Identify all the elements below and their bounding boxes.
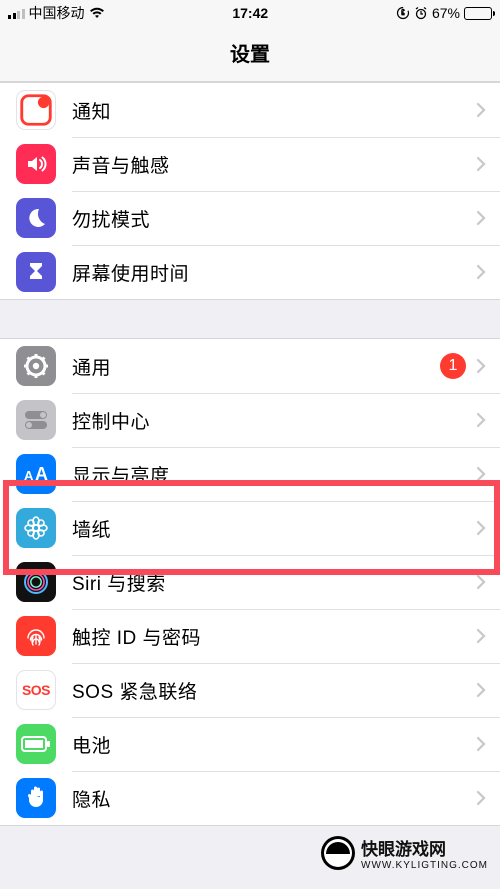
battery-icon bbox=[464, 7, 492, 20]
status-time: 17:42 bbox=[232, 5, 268, 21]
row-display[interactable]: AA 显示与亮度 bbox=[0, 447, 500, 501]
siri-icon bbox=[16, 562, 56, 602]
row-label: Siri 与搜索 bbox=[72, 569, 476, 596]
watermark-logo-icon bbox=[321, 836, 355, 870]
row-label: 通用 bbox=[72, 353, 440, 380]
row-general[interactable]: 通用 1 bbox=[0, 339, 500, 393]
svg-text:A: A bbox=[35, 464, 48, 484]
row-screentime[interactable]: 屏幕使用时间 bbox=[0, 245, 500, 299]
row-wallpaper[interactable]: 墙纸 bbox=[0, 501, 500, 555]
text-size-icon: AA bbox=[16, 454, 56, 494]
chevron-icon bbox=[476, 264, 486, 280]
row-label: 墙纸 bbox=[72, 515, 476, 542]
hourglass-icon bbox=[16, 252, 56, 292]
chevron-icon bbox=[476, 520, 486, 536]
fingerprint-icon bbox=[16, 616, 56, 656]
sos-icon: SOS bbox=[16, 670, 56, 710]
row-label: 显示与亮度 bbox=[72, 461, 476, 488]
nav-header: 设置 bbox=[0, 26, 500, 82]
row-label: 屏幕使用时间 bbox=[72, 259, 476, 286]
row-label: SOS 紧急联络 bbox=[72, 677, 476, 704]
row-sounds[interactable]: 声音与触感 bbox=[0, 137, 500, 191]
notifications-icon bbox=[16, 90, 56, 130]
wifi-icon bbox=[89, 7, 105, 19]
watermark-title: 快眼游戏网 bbox=[361, 835, 488, 860]
chevron-icon bbox=[476, 156, 486, 172]
status-bar: 中国移动 17:42 67% bbox=[0, 0, 500, 26]
chevron-icon bbox=[476, 412, 486, 428]
status-right: 67% bbox=[396, 5, 492, 21]
row-label: 隐私 bbox=[72, 785, 476, 812]
chevron-icon bbox=[476, 358, 486, 374]
chevron-icon bbox=[476, 210, 486, 226]
svg-text:A: A bbox=[24, 468, 34, 483]
hand-icon bbox=[16, 778, 56, 818]
settings-group-2: 通用 1 控制中心 AA 显示与亮度 墙纸 Siri 与搜索 触 bbox=[0, 338, 500, 826]
page-title: 设置 bbox=[0, 38, 500, 67]
settings-group-1: 通知 声音与触感 勿扰模式 屏幕使用时间 bbox=[0, 82, 500, 300]
row-touchid[interactable]: 触控 ID 与密码 bbox=[0, 609, 500, 663]
battery-settings-icon bbox=[16, 724, 56, 764]
chevron-icon bbox=[476, 466, 486, 482]
flower-icon bbox=[16, 508, 56, 548]
row-label: 电池 bbox=[72, 731, 476, 758]
row-sos[interactable]: SOS SOS 紧急联络 bbox=[0, 663, 500, 717]
row-privacy[interactable]: 隐私 bbox=[0, 771, 500, 825]
chevron-icon bbox=[476, 736, 486, 752]
chevron-icon bbox=[476, 574, 486, 590]
row-notifications[interactable]: 通知 bbox=[0, 83, 500, 137]
watermark: 快眼游戏网 WWW.KYLIGTING.COM bbox=[321, 835, 488, 871]
row-label: 勿扰模式 bbox=[72, 205, 476, 232]
row-label: 控制中心 bbox=[72, 407, 476, 434]
row-siri[interactable]: Siri 与搜索 bbox=[0, 555, 500, 609]
row-control-center[interactable]: 控制中心 bbox=[0, 393, 500, 447]
chevron-icon bbox=[476, 628, 486, 644]
switches-icon bbox=[16, 400, 56, 440]
battery-percent: 67% bbox=[432, 5, 460, 21]
gear-icon bbox=[16, 346, 56, 386]
chevron-icon bbox=[476, 102, 486, 118]
status-left: 中国移动 bbox=[8, 3, 105, 23]
moon-icon bbox=[16, 198, 56, 238]
alarm-icon bbox=[414, 6, 428, 20]
signal-icon bbox=[8, 7, 25, 19]
notification-badge: 1 bbox=[440, 353, 466, 379]
lock-rotation-icon bbox=[396, 6, 410, 20]
watermark-url: WWW.KYLIGTING.COM bbox=[361, 860, 488, 871]
carrier-label: 中国移动 bbox=[29, 3, 85, 23]
row-dnd[interactable]: 勿扰模式 bbox=[0, 191, 500, 245]
row-label: 触控 ID 与密码 bbox=[72, 623, 476, 650]
chevron-icon bbox=[476, 790, 486, 806]
sounds-icon bbox=[16, 144, 56, 184]
row-battery[interactable]: 电池 bbox=[0, 717, 500, 771]
row-label: 通知 bbox=[72, 97, 476, 124]
row-label: 声音与触感 bbox=[72, 151, 476, 178]
chevron-icon bbox=[476, 682, 486, 698]
